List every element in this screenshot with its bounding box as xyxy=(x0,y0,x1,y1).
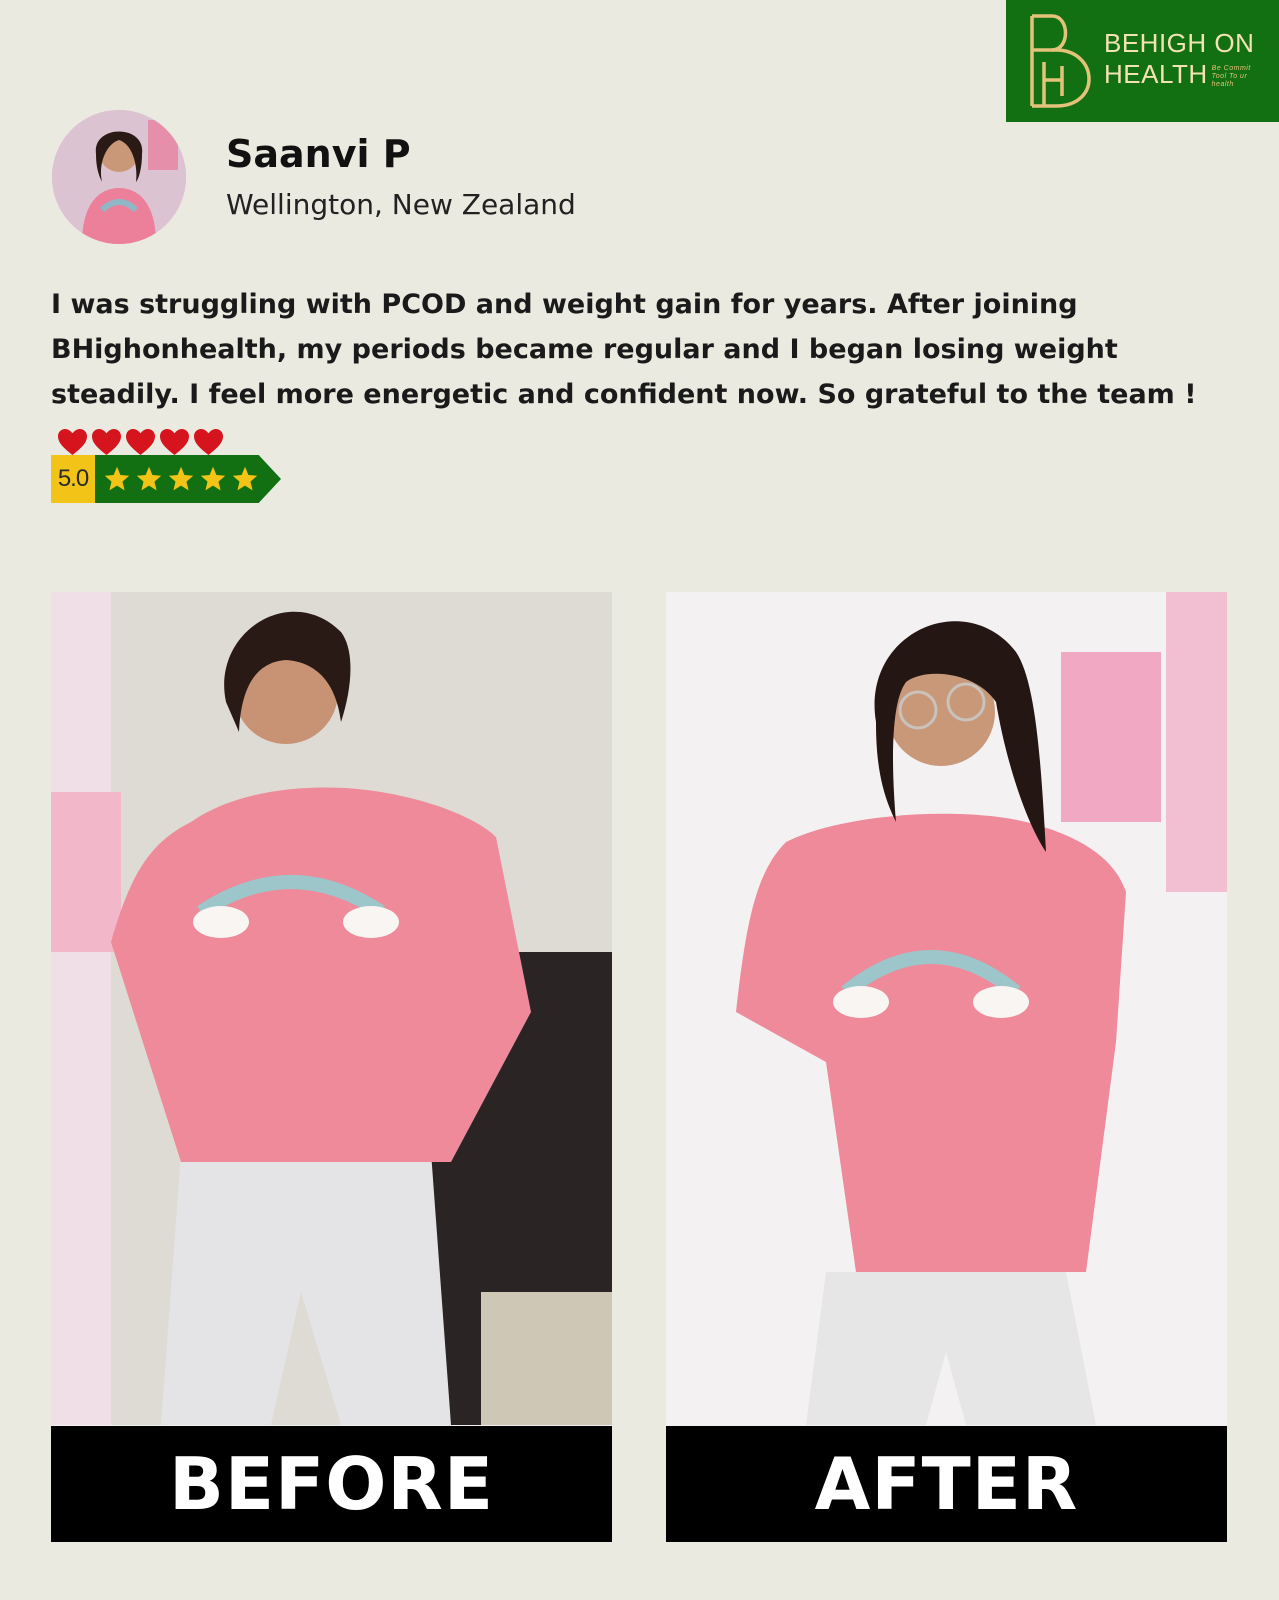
brand-tagline: Be Commit Tool To ur health xyxy=(1211,65,1251,88)
review-text: I was struggling with PCOD and weight ga… xyxy=(51,289,1197,410)
heart-icon xyxy=(160,428,189,455)
reviewer-location: Wellington, New Zealand xyxy=(226,188,576,221)
star-icon xyxy=(232,466,258,491)
star-icon xyxy=(136,466,162,491)
before-photo-image xyxy=(51,592,612,1425)
heart-icon xyxy=(58,428,87,455)
before-photo: BEFORE xyxy=(51,592,612,1542)
after-photo: AFTER xyxy=(666,592,1227,1542)
rating-badge: 5.0 xyxy=(51,455,281,503)
brand-name-line1: BEHIGH ON xyxy=(1104,28,1255,58)
star-icon xyxy=(168,466,194,491)
before-label: BEFORE xyxy=(51,1426,612,1542)
avatar xyxy=(52,110,186,244)
avatar-image xyxy=(52,110,186,244)
rating-score: 5.0 xyxy=(51,455,95,503)
after-photo-image xyxy=(666,592,1227,1425)
heart-icon xyxy=(126,428,155,455)
brand-logo: BEHIGH ON HEALTH Be Commit Tool To ur hea… xyxy=(1006,0,1279,122)
stars-row xyxy=(95,455,281,503)
after-label: AFTER xyxy=(666,1426,1227,1542)
star-icon xyxy=(104,466,130,491)
brand-name: BEHIGH ON HEALTH Be Commit Tool To ur hea… xyxy=(1104,28,1262,90)
review-text-block: I was struggling with PCOD and weight ga… xyxy=(51,282,1241,463)
heart-icon xyxy=(92,428,121,455)
brand-name-line2: HEALTH xyxy=(1104,59,1208,89)
bh-monogram-icon xyxy=(1030,14,1091,108)
heart-icon xyxy=(194,428,223,455)
reviewer-name: Saanvi P xyxy=(226,132,411,176)
star-icon xyxy=(200,466,226,491)
